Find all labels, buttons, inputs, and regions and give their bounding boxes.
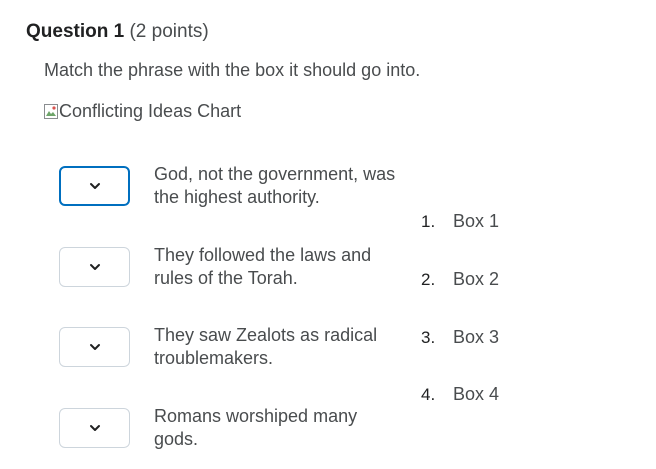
match-phrase: They saw Zealots as radical troublemaker… xyxy=(154,325,378,368)
question-title: Question 1 xyxy=(26,21,125,42)
chevron-down-icon xyxy=(89,263,101,271)
match-row: Romans worshiped many gods. xyxy=(59,406,409,458)
answer-item: 3. Box 3 xyxy=(421,327,499,348)
match-phrase: Romans worshiped many gods. xyxy=(154,406,358,449)
match-row: God, not the government, was the highest… xyxy=(59,164,409,216)
chart-image: Conflicting Ideas Chart xyxy=(44,101,241,122)
match-select[interactable] xyxy=(59,166,130,206)
match-select[interactable] xyxy=(59,327,130,367)
question-prompt: Match the phrase with the box it should … xyxy=(44,60,421,80)
chevron-down-icon xyxy=(89,424,101,432)
answer-number: 4. xyxy=(421,385,436,404)
answer-item: 2. Box 2 xyxy=(421,269,499,290)
match-row: They saw Zealots as radical troublemaker… xyxy=(59,325,409,377)
answer-item: 4. Box 4 xyxy=(421,384,499,405)
answer-label: Box 4 xyxy=(453,384,500,404)
match-phrase: God, not the government, was the highest… xyxy=(154,164,396,207)
answer-label: Box 1 xyxy=(453,211,500,231)
answer-item: 1. Box 1 xyxy=(421,211,499,232)
answer-number: 2. xyxy=(421,270,436,289)
match-select[interactable] xyxy=(59,408,130,448)
broken-image-icon xyxy=(44,104,58,119)
answer-number: 3. xyxy=(421,328,436,347)
match-phrase: They followed the laws and rules of the … xyxy=(154,245,372,288)
answer-label: Box 2 xyxy=(453,269,500,289)
match-select[interactable] xyxy=(59,247,130,287)
chevron-down-icon xyxy=(89,343,101,351)
answer-label: Box 3 xyxy=(453,327,500,347)
image-alt-text: Conflicting Ideas Chart xyxy=(59,101,242,121)
answer-number: 1. xyxy=(421,212,436,231)
question-header: Question 1 (2 points) xyxy=(26,21,209,43)
match-row: They followed the laws and rules of the … xyxy=(59,245,409,297)
question-points: (2 points) xyxy=(129,21,209,42)
chevron-down-icon xyxy=(89,182,101,190)
